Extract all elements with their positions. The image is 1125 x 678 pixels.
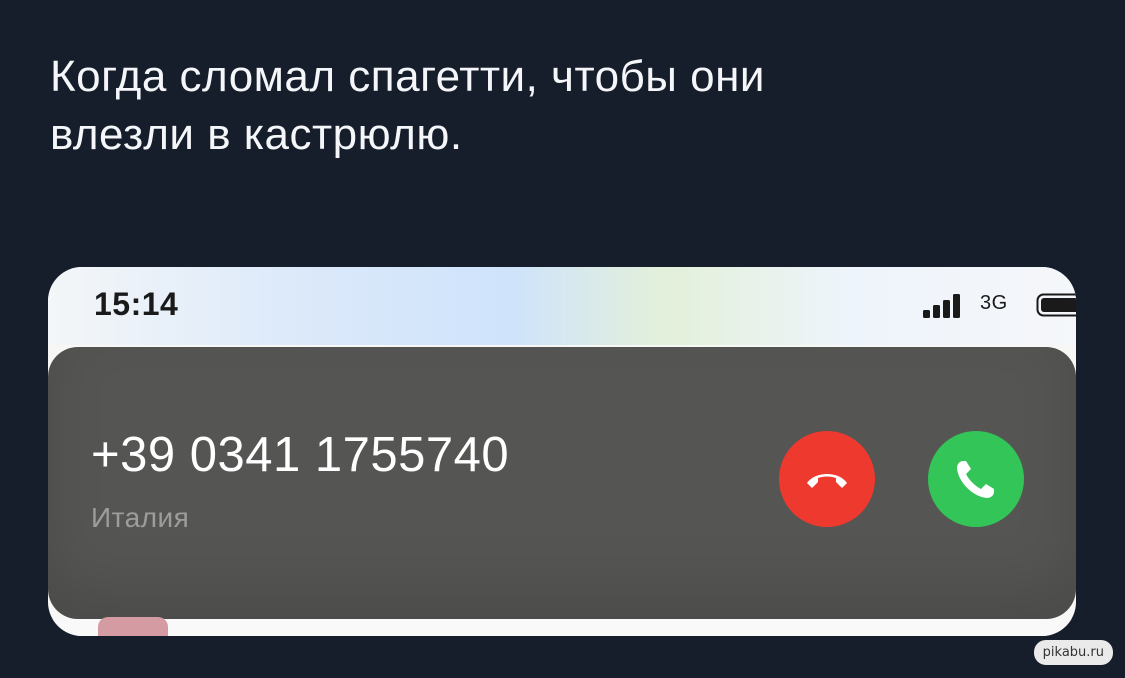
status-time: 15:14	[94, 286, 179, 322]
decline-call-button[interactable]	[779, 431, 875, 527]
watermark: pikabu.ru	[1033, 640, 1113, 665]
notification-peek	[48, 619, 1076, 636]
phone-icon	[957, 461, 994, 498]
phone-screenshot: 15:14 3G +39 0341 1755740 Италия	[48, 267, 1076, 636]
post-caption: Когда сломал спагетти, чтобы они влезли …	[50, 52, 765, 159]
avatar	[98, 617, 168, 636]
signal-bars-icon	[923, 294, 960, 318]
incoming-call-banner[interactable]: +39 0341 1755740 Италия	[48, 347, 1076, 619]
battery-icon	[1036, 293, 1076, 317]
network-type: 3G	[980, 292, 1008, 314]
status-bar: 15:14 3G	[48, 267, 1076, 345]
phone-hangup-icon	[807, 474, 847, 488]
accept-call-button[interactable]	[928, 431, 1024, 527]
caller-number: +39 0341 1755740	[91, 428, 510, 482]
caller-location: Италия	[91, 502, 190, 533]
